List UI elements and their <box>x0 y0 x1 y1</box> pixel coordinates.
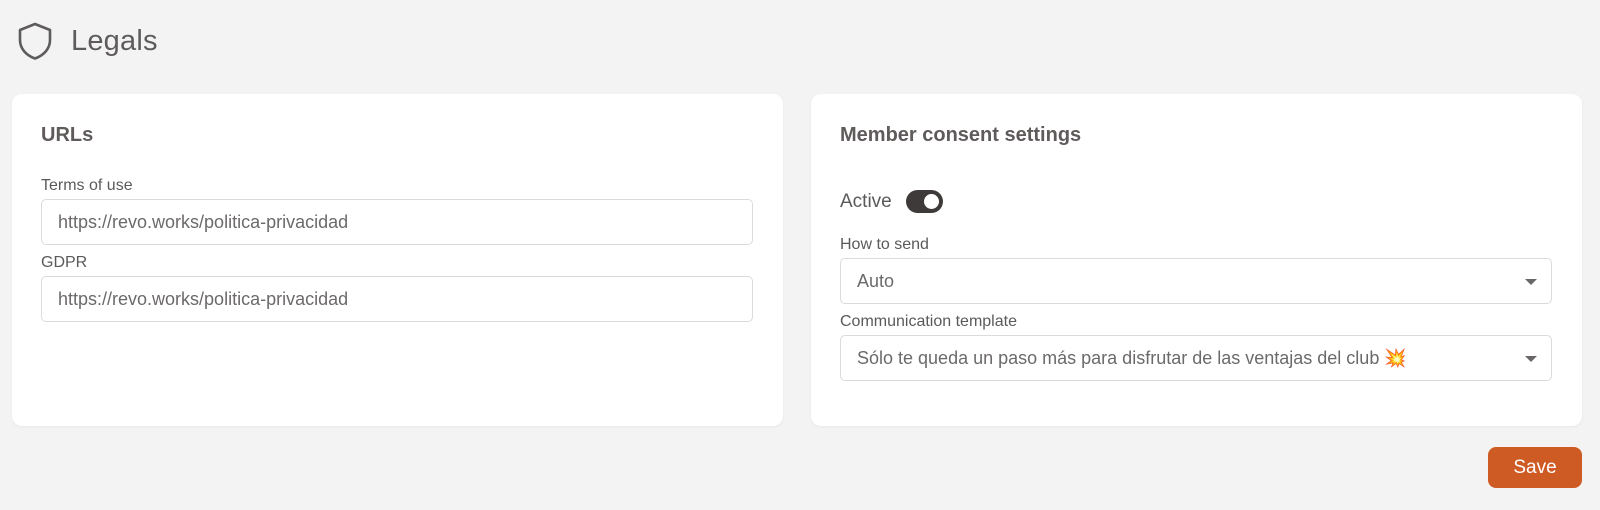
how-to-send-label: How to send <box>840 236 929 253</box>
gdpr-label: GDPR <box>41 254 88 271</box>
communication-template-label: Communication template <box>840 313 1017 330</box>
toggle-knob <box>923 194 939 209</box>
active-row: Active <box>840 190 943 213</box>
member-consent-card-title: Member consent settings <box>840 124 1082 146</box>
save-button[interactable]: Save <box>1488 447 1582 488</box>
communication-template-select[interactable]: Sólo te queda un paso más para disfrutar… <box>840 335 1552 381</box>
shield-icon <box>18 22 52 60</box>
how-to-send-value: Auto <box>857 270 895 291</box>
member-consent-card: Member consent settings Active How to se… <box>811 94 1582 426</box>
gdpr-input[interactable] <box>41 276 753 322</box>
urls-card-title: URLs <box>41 124 94 146</box>
page-header: Legals <box>16 20 158 62</box>
communication-template-value: Sólo te queda un paso más para disfrutar… <box>857 347 1407 368</box>
how-to-send-select[interactable]: Auto <box>840 258 1552 304</box>
terms-of-use-input[interactable] <box>41 199 753 245</box>
chevron-down-icon <box>1525 356 1537 362</box>
active-label: Active <box>840 190 892 212</box>
urls-card: URLs Terms of use GDPR <box>12 94 783 426</box>
page-title: Legals <box>71 24 158 57</box>
active-toggle[interactable] <box>905 190 943 213</box>
terms-of-use-label: Terms of use <box>41 177 133 194</box>
chevron-down-icon <box>1525 279 1537 285</box>
